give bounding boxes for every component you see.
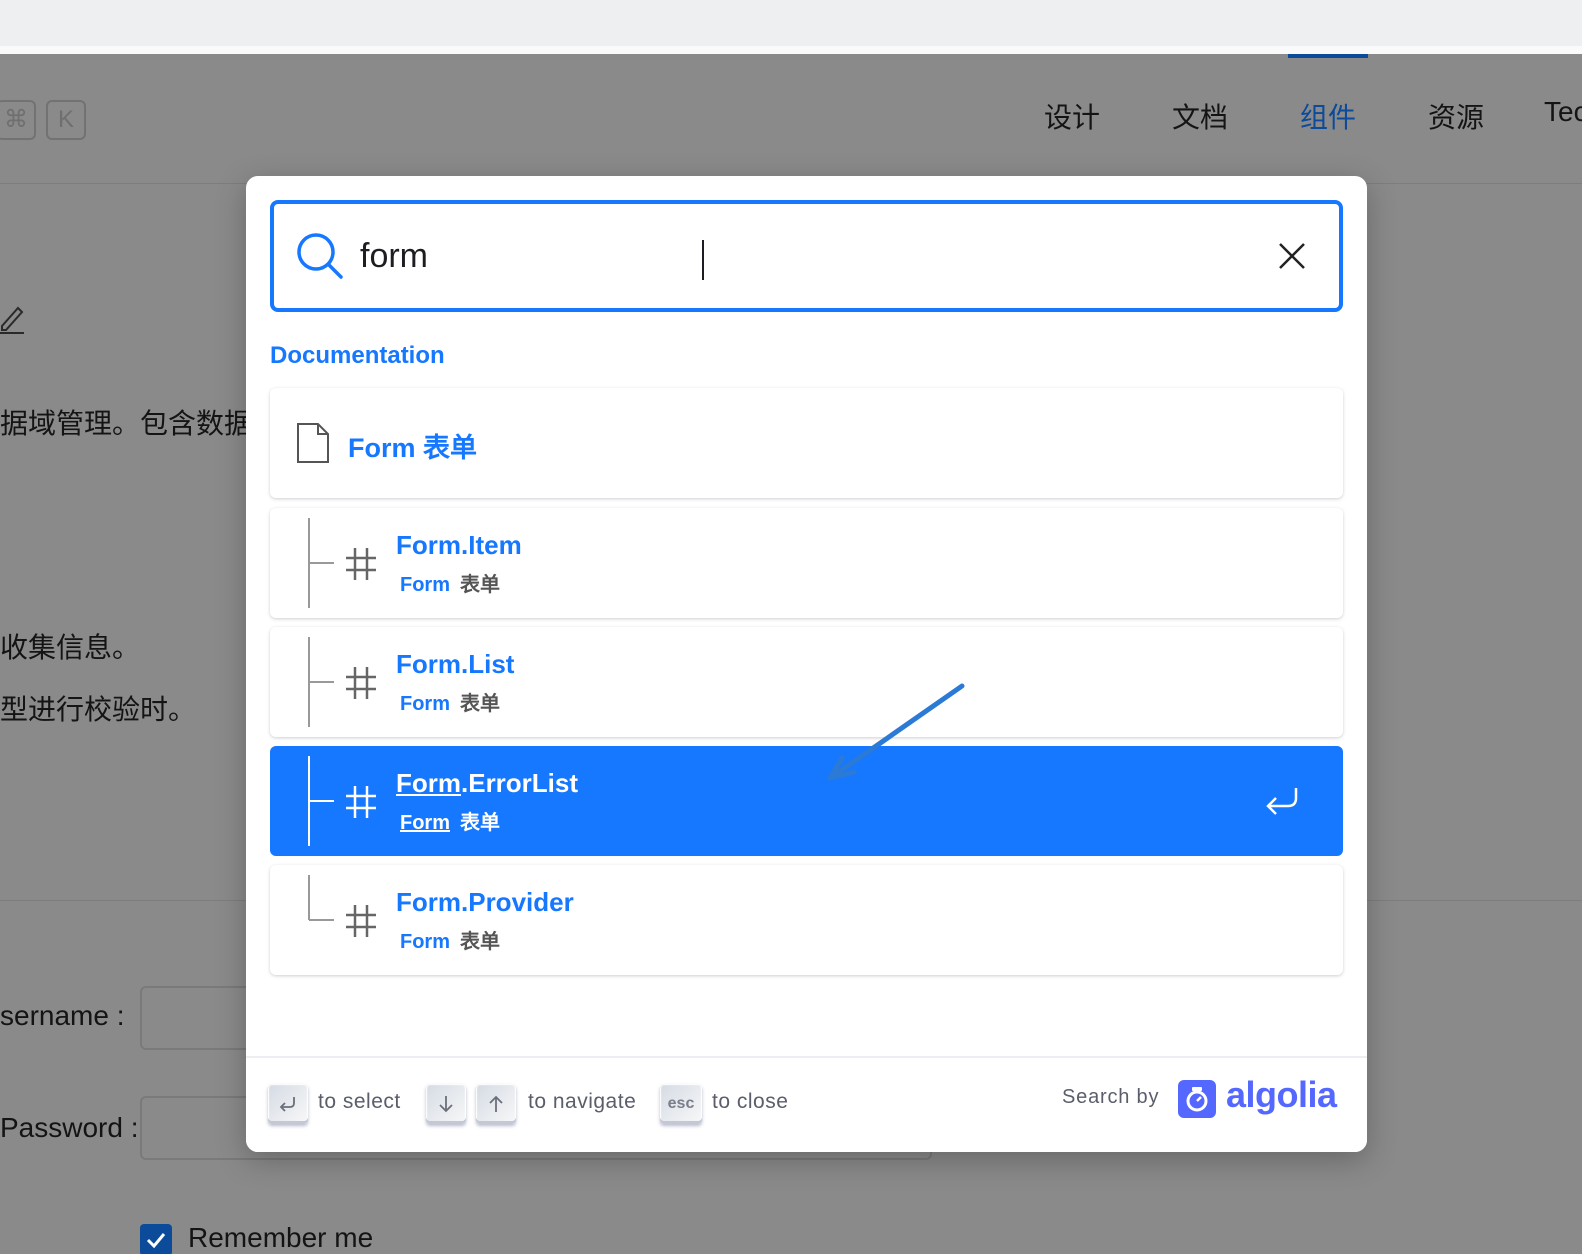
check-icon <box>146 1233 166 1249</box>
tree-connector-icon <box>308 756 334 846</box>
clear-search-button[interactable] <box>1274 238 1310 274</box>
tree-connector-icon <box>308 875 334 921</box>
command-key-hint: ⌘ <box>0 100 36 140</box>
result-item-page[interactable]: Form 表单 <box>270 388 1343 498</box>
modal-footer: to select to navigate esc to close Searc… <box>246 1056 1367 1152</box>
search-form <box>270 200 1343 312</box>
hash-icon <box>346 905 376 937</box>
background-paragraph: 型进行校验时。 <box>0 694 197 725</box>
algolia-logo-icon[interactable] <box>1178 1080 1216 1118</box>
result-path: Form 表单 <box>400 574 500 596</box>
k-key-hint: K <box>46 100 86 140</box>
hash-icon <box>346 667 376 699</box>
result-item-heading-selected[interactable]: Form.ErrorList Form 表单 <box>270 746 1343 856</box>
browser-toolbar <box>0 0 1582 46</box>
result-path: Form 表单 <box>400 693 500 715</box>
docsearch-modal: Documentation Form 表单 Form.Item Form表单 <box>246 176 1367 1152</box>
nav-item-design[interactable]: 设计 <box>1044 96 1100 136</box>
tree-connector-icon <box>308 637 334 727</box>
result-title: Form.ErrorList <box>396 768 579 798</box>
arrow-down-key-hint <box>426 1084 466 1124</box>
result-item-heading[interactable]: Form.Provider Form 表单 <box>270 865 1343 975</box>
username-label: sername : <box>0 1000 125 1031</box>
password-label: Password : <box>0 1112 139 1143</box>
background-paragraph: 据域管理。包含数据 <box>0 408 253 439</box>
navigate-hint-label: to navigate <box>528 1090 637 1113</box>
result-title: Form.Provider <box>396 887 574 917</box>
esc-key-hint: esc <box>660 1084 702 1124</box>
result-item-heading[interactable]: Form.Item Form 表单 <box>270 508 1343 618</box>
arrow-up-key-hint <box>476 1084 516 1124</box>
result-title: Form.Item <box>396 530 522 560</box>
tree-connector-icon <box>308 518 334 608</box>
result-path: Form 表单 <box>400 931 500 953</box>
text-caret <box>702 240 704 280</box>
nav-item-components[interactable]: 组件 <box>1300 96 1356 136</box>
arrow-up-icon <box>489 1095 503 1112</box>
nav-active-indicator <box>1288 54 1368 58</box>
hash-icon <box>346 786 376 818</box>
result-title: Form.List <box>396 649 515 679</box>
result-path: Form 表单 <box>400 812 500 834</box>
username-input[interactable] <box>140 986 260 1050</box>
nav-item-tech[interactable]: Tec <box>1544 96 1582 128</box>
arrow-down-icon <box>439 1096 453 1113</box>
browser-toolbar-border <box>0 46 1582 54</box>
document-icon <box>297 423 329 463</box>
enter-icon <box>279 1097 295 1112</box>
nav-item-docs[interactable]: 文档 <box>1172 96 1228 136</box>
close-hint-label: to close <box>712 1090 789 1113</box>
result-item-heading[interactable]: Form.List Form 表单 <box>270 627 1343 737</box>
hash-icon <box>346 548 376 580</box>
remember-checkbox[interactable] <box>140 1224 172 1254</box>
result-title: Form 表单 <box>348 433 478 463</box>
algolia-wordmark[interactable]: algolia <box>1226 1074 1337 1116</box>
enter-icon <box>1266 788 1298 815</box>
results-section-title: Documentation <box>270 342 445 369</box>
nav-item-resources[interactable]: 资源 <box>1428 96 1484 136</box>
select-hint-label: to select <box>318 1090 401 1113</box>
search-by-label: Search by <box>1062 1086 1160 1108</box>
edit-icon[interactable] <box>0 300 26 334</box>
search-icon <box>297 233 343 279</box>
search-input[interactable] <box>360 226 1240 286</box>
enter-key-hint <box>268 1084 308 1124</box>
background-paragraph: 收集信息。 <box>0 632 141 663</box>
remember-label: Remember me <box>188 1222 374 1253</box>
